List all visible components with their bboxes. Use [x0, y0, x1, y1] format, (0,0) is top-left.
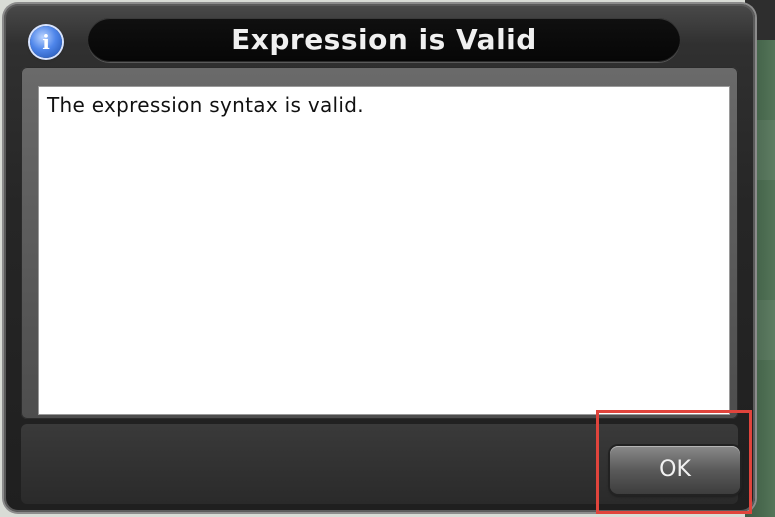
highlight-box [596, 410, 752, 514]
dialog-titlebar: i Expression is Valid [4, 4, 755, 68]
info-icon: i [30, 26, 62, 58]
info-icon-glyph: i [42, 30, 50, 54]
dialog-title: Expression is Valid [231, 23, 537, 56]
message-area: The expression syntax is valid. [38, 86, 730, 415]
message-text: The expression syntax is valid. [47, 93, 364, 117]
